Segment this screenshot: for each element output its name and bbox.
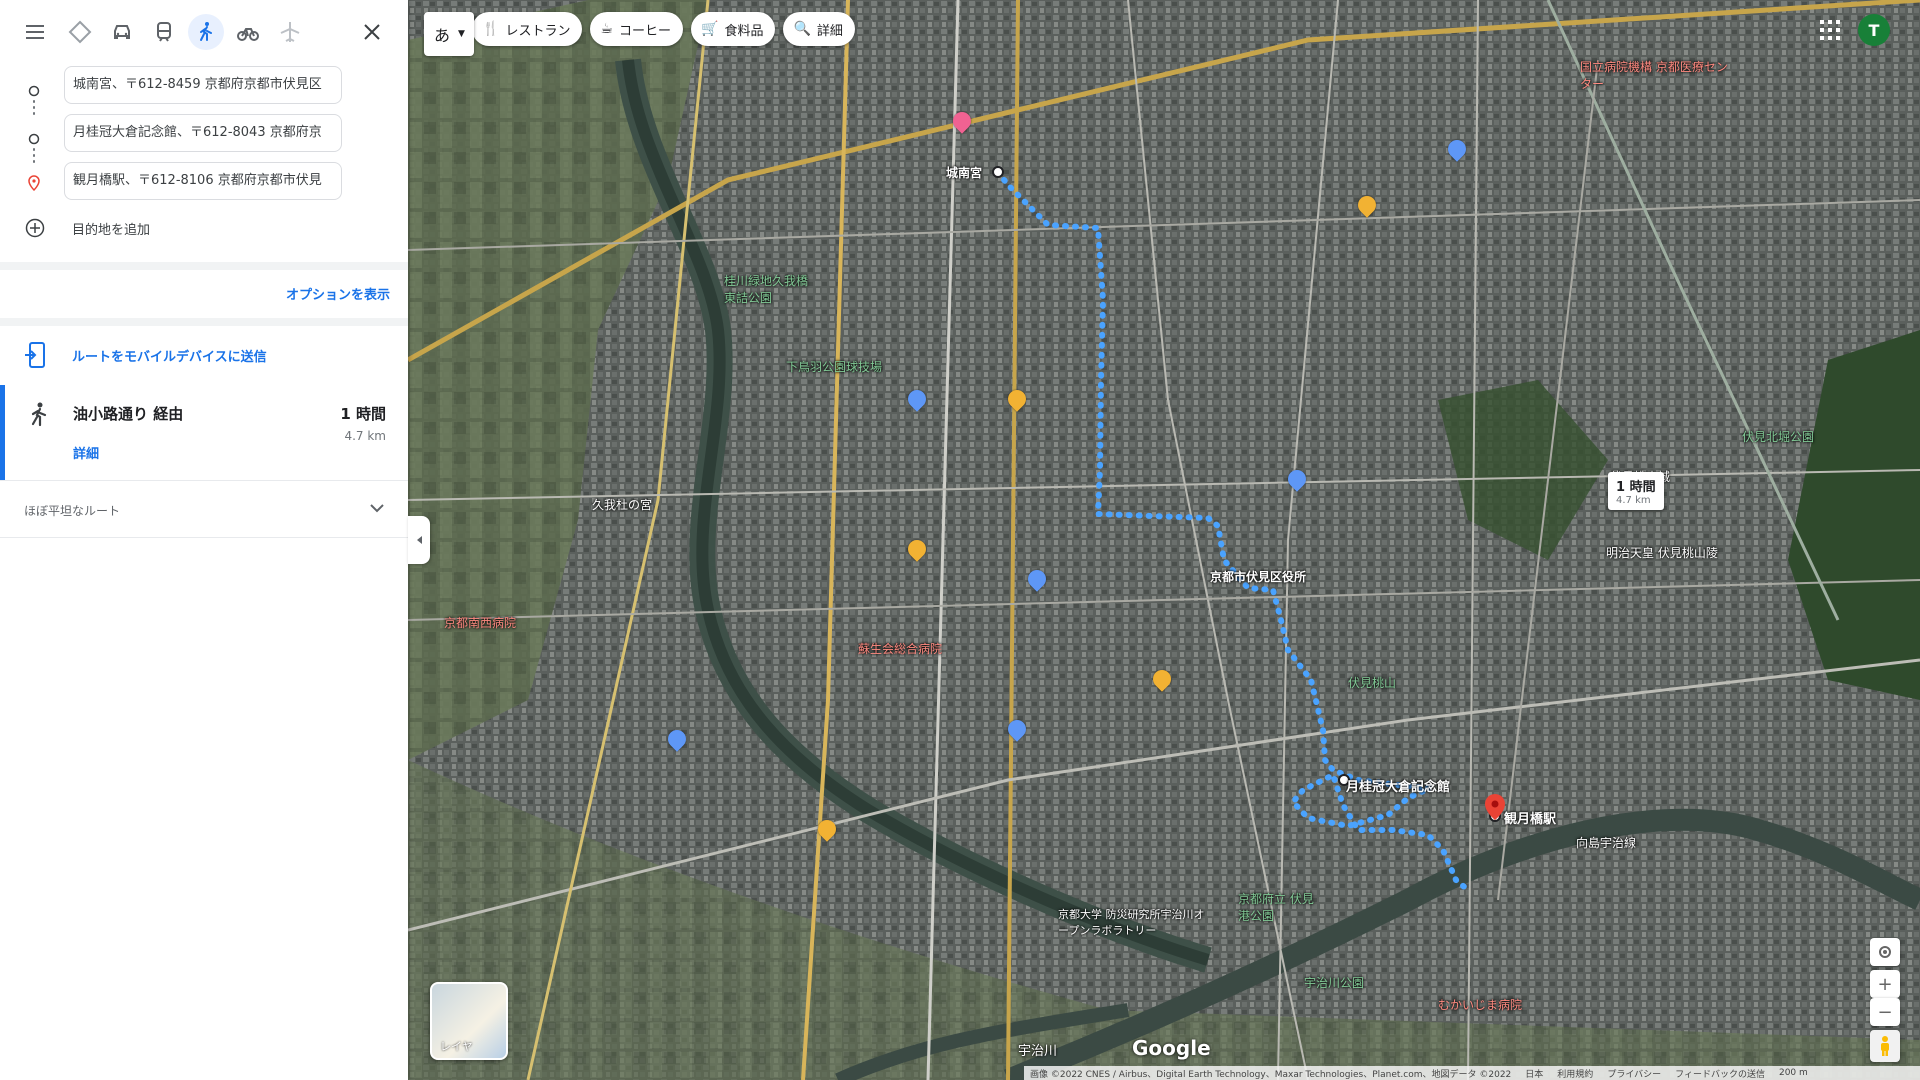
map-place-label[interactable]: 明治天皇 伏見桃山陵 [1606,544,1718,561]
map-footer: 画像 ©2022 CNES / Airbus、Digital Earth Tec… [1024,1066,1920,1080]
map-place-label[interactable]: 宇治川 [1018,1040,1057,1059]
route-duration-callout[interactable]: 1 時間 4.7 km [1608,472,1664,510]
zoom-in-button[interactable]: + [1870,970,1900,998]
map-place-label[interactable]: 伏見北堀公園 [1742,428,1814,445]
transit-mode-icon[interactable] [146,14,182,50]
feedback-link[interactable]: フィードバックの送信 [1675,1067,1765,1080]
send-to-mobile-label: ルートをモバイルデバイスに送信 [72,350,267,365]
caret-down-icon: ▼ [458,29,465,39]
travel-mode-bar [0,0,408,64]
divider [0,262,408,270]
region-label[interactable]: 日本 [1525,1067,1543,1080]
category-chips: 🍴 レストラン ☕ コーヒー 🛒 食料品 🔍 詳細 [472,12,855,48]
add-destination-label: 目的地を追加 [72,223,151,238]
map-place-label[interactable]: 桂川緑地久我橋東詰公園 [724,272,814,306]
imagery-attribution: 画像 ©2022 CNES / Airbus、Digital Earth Tec… [1030,1069,1512,1080]
divider [0,318,408,326]
map-place-label[interactable]: 蘇生会総合病院 [858,640,942,657]
waypoint-row-start: 城南宮、〒612-8459 京都府京都市伏見区 [0,64,408,112]
map-place-label[interactable]: むかいじま病院 [1438,996,1522,1013]
scale-bar[interactable]: 200 m [1779,1068,1808,1078]
start-circle-icon [28,82,40,97]
route-details-link[interactable]: 詳細 [73,443,99,462]
account-avatar[interactable]: T [1858,14,1890,46]
car-mode-icon[interactable] [104,14,140,50]
elevation-row[interactable]: ほぼ平坦なルート [0,480,408,538]
route-distance: 4.7 km [344,429,386,443]
map-place-label[interactable]: 京都府立 伏見港公園 [1238,890,1318,924]
route-duration: 1 時間 [340,405,386,423]
chevron-down-icon [370,504,384,513]
route-title: 油小路通り 経由 [73,405,184,423]
collapse-panel-button[interactable] [408,516,430,564]
route-option[interactable]: 油小路通り 経由 1 時間 4.7 km 詳細 [0,385,408,480]
flight-mode-icon[interactable] [272,14,308,50]
map-place-label[interactable]: 宇治川公園 [1304,974,1364,991]
route-callout-duration: 1 時間 [1616,480,1656,495]
chip-label: 食料品 [724,23,764,39]
start-input[interactable]: 城南宮、〒612-8459 京都府京都市伏見区 [64,66,342,104]
send-to-mobile-row[interactable]: ルートをモバイルデバイスに送信 [0,330,408,380]
close-icon[interactable] [354,14,390,50]
map-place-label[interactable]: 京都南西病院 [444,614,516,631]
map-place-label[interactable]: 観月橋駅 [1504,808,1556,827]
chip-label: 詳細 [816,23,843,39]
chip-coffee[interactable]: ☕ コーヒー [590,12,684,46]
cart-icon: 🛒 [701,21,719,37]
waypoint-row-destination: 観月橋駅、〒612-8106 京都府京都市伏見 [0,160,408,208]
add-circle-icon [25,218,45,238]
location-icon [1879,946,1891,958]
menu-icon[interactable] [17,14,53,50]
map-place-label[interactable]: 京都大学 防災研究所宇治川オープンラボラトリー [1058,906,1208,938]
elevation-label: ほぼ平坦なルート [24,504,121,518]
map-place-label[interactable]: 下鳥羽公園球技場 [786,358,882,375]
add-destination-row[interactable]: 目的地を追加 [0,212,408,244]
chip-label: レストラン [505,23,571,39]
plus-icon: + [1877,973,1893,995]
map-canvas[interactable]: 城南宮 月桂冠大倉記念館 観月橋駅 京都市伏見区役所 伏見桃山城 明治天皇 伏見… [408,0,1920,1080]
layers-toggle[interactable]: レイヤ [430,982,508,1060]
send-to-device-icon [25,342,45,368]
coffee-icon: ☕ [600,21,614,37]
map-place-label[interactable]: 向島宇治線 [1576,834,1636,851]
input-method-button[interactable]: あ ▼ [424,12,474,56]
terms-link[interactable]: 利用規約 [1557,1067,1593,1080]
stop-circle-icon [28,130,40,145]
my-location-button[interactable] [1870,938,1900,966]
route-callout-distance: 4.7 km [1616,495,1651,506]
bicycle-mode-icon[interactable] [230,14,266,50]
directions-panel: 城南宮、〒612-8459 京都府京都市伏見区 月桂冠大倉記念館、〒612-80… [0,0,408,1080]
google-logo: Google [1132,1036,1211,1060]
privacy-link[interactable]: プライバシー [1607,1067,1661,1080]
walking-mode-icon[interactable] [188,14,224,50]
chevron-left-icon [417,536,422,544]
chip-groceries[interactable]: 🛒 食料品 [691,12,776,46]
best-route-icon[interactable] [62,14,98,50]
map-place-label[interactable]: 伏見桃山 [1348,674,1396,691]
apps-grid-icon[interactable] [1818,18,1842,42]
stop-input[interactable]: 月桂冠大倉記念館、〒612-8043 京都府京 [64,114,342,152]
map-place-label[interactable]: 久我杜の宮 [592,496,652,513]
chip-restaurant[interactable]: 🍴 レストラン [472,12,583,46]
layers-label: レイヤ [440,1040,473,1053]
zoom-out-button[interactable]: − [1870,998,1900,1026]
chip-more[interactable]: 🔍 詳細 [783,12,855,46]
waypoint-row-stop: 月桂冠大倉記念館、〒612-8043 京都府京 [0,112,408,160]
map-place-label[interactable]: 国立病院機構 京都医療センター [1580,58,1730,92]
destination-pin-icon [28,175,40,192]
start-marker [992,166,1004,178]
map-place-label[interactable]: 城南宮 [946,164,982,181]
walking-icon [31,402,47,427]
minus-icon: − [1877,1001,1893,1023]
pegman-icon [1881,1036,1889,1056]
map-place-label[interactable]: 京都市伏見区役所 [1210,568,1306,585]
restaurant-icon: 🍴 [482,21,500,37]
show-options-link[interactable]: オプションを表示 [286,284,390,303]
chip-label: コーヒー [619,23,672,39]
street-view-pegman[interactable] [1870,1030,1900,1062]
input-method-label: あ [434,26,451,45]
search-icon: 🔍 [793,21,811,37]
map-place-label[interactable]: 月桂冠大倉記念館 [1346,776,1450,795]
destination-input[interactable]: 観月橋駅、〒612-8106 京都府京都市伏見 [64,162,342,200]
